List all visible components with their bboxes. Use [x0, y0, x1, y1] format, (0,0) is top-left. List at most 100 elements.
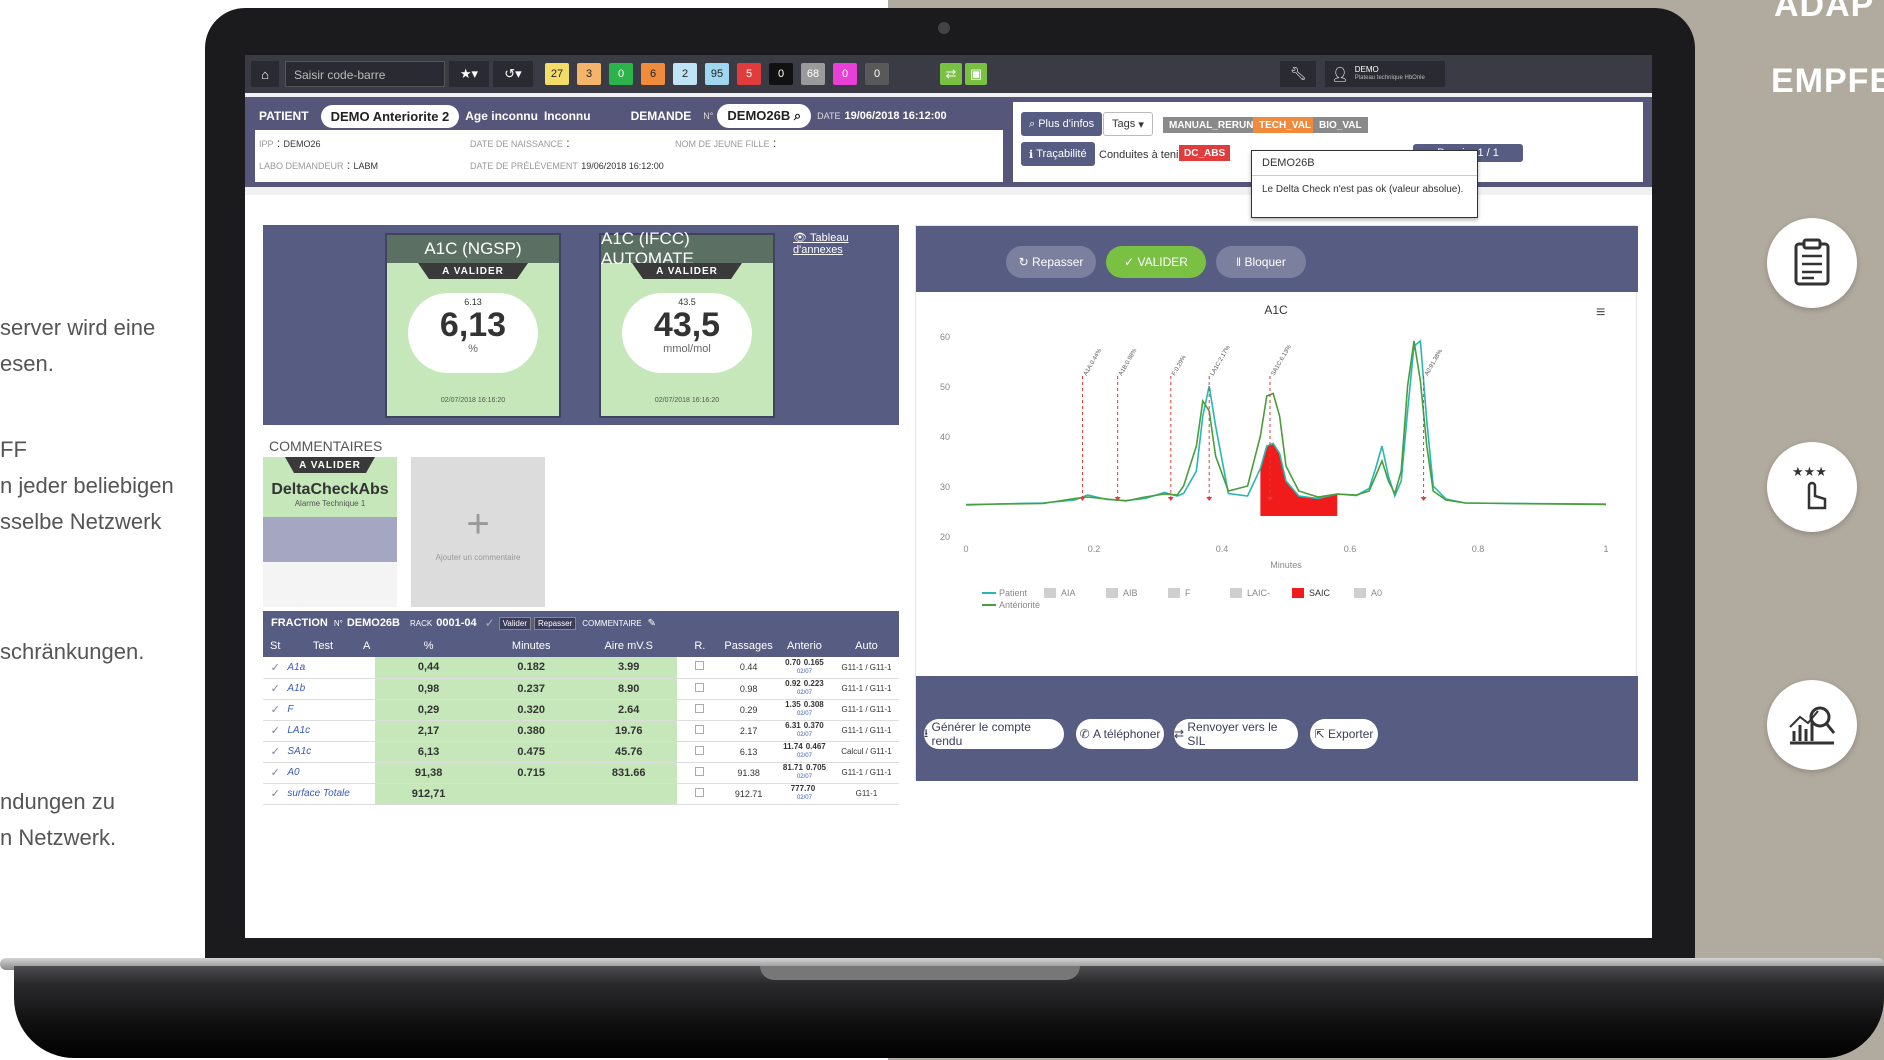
minutes-cell: 0.715: [482, 762, 580, 784]
anterio-cell: 777.70 02/07: [775, 783, 834, 805]
flag-cell: [358, 741, 375, 763]
patient-name[interactable]: DEMO Anteriorite 2: [320, 104, 460, 128]
table-row[interactable]: ✓ surface Totale 912,71 912.71 777.70 02/07 G1…: [263, 783, 899, 805]
status-counter[interactable]: 5: [737, 63, 761, 85]
legend-label[interactable]: Patient: [999, 588, 1028, 598]
sync-button[interactable]: ⇄: [940, 63, 962, 85]
column-header[interactable]: Auto: [833, 635, 899, 657]
test-name[interactable]: SA1c: [287, 741, 359, 763]
rerun-checkbox[interactable]: [695, 724, 705, 734]
pencil-icon[interactable]: ✎: [648, 618, 656, 629]
rerun-cell: [677, 699, 723, 721]
test-name[interactable]: A1b: [287, 678, 359, 700]
barcode-input[interactable]: Saisir code-barre: [285, 61, 445, 87]
column-header[interactable]: St: [263, 635, 288, 657]
exporter-button[interactable]: ⇱ Exporter: [1310, 719, 1378, 749]
test-name[interactable]: A0: [287, 762, 359, 784]
table-row[interactable]: ✓ A0 91,38 0.715 831.66 91.38 81.71 0.705 02/07 G…: [263, 762, 899, 784]
chart-title: A1C: [1264, 303, 1288, 317]
legend-label[interactable]: AIA: [1061, 588, 1076, 598]
plus-infos-button[interactable]: ⌕ Plus d'infos: [1021, 112, 1103, 136]
star-icon: ★▾: [459, 66, 479, 81]
result-card[interactable]: A1C (IFCC) AUTOMATE A VALIDER 43.5 43,5 mmol…: [599, 229, 775, 418]
repasser-chart-button[interactable]: ↻ Repasser: [1006, 246, 1096, 278]
rerun-checkbox[interactable]: [695, 703, 705, 713]
user-menu[interactable]: 👤︎ DEMO Plateau technique HbOnle: [1325, 61, 1445, 87]
legend-label[interactable]: LAIC-: [1247, 588, 1270, 598]
test-name[interactable]: F: [287, 699, 359, 721]
row-status-icon: ✓: [263, 678, 288, 700]
row-status-icon: ✓: [263, 762, 288, 784]
test-name[interactable]: A1a: [287, 657, 359, 679]
instrument-button[interactable]: ▣: [965, 63, 987, 85]
table-row[interactable]: ✓ A1a 0,44 0.182 3.99 0.44 0.70 0.165 02/07 G11-1…: [263, 657, 899, 679]
column-header[interactable]: Aire mV.S: [579, 635, 678, 657]
legend-label[interactable]: Antériorité: [999, 600, 1040, 610]
demande-id[interactable]: DEMO26B ⌕: [717, 104, 812, 128]
legend-label[interactable]: A0: [1371, 588, 1382, 598]
rerun-checkbox[interactable]: [695, 745, 705, 755]
result-raw-value: 43.5: [678, 297, 696, 307]
table-row[interactable]: ✓ LA1c 2,17 0.380 19.76 2.17 6.31 0.370 02/07 G11…: [263, 720, 899, 742]
result-card[interactable]: A1C (NGSP) A VALIDER 6.13 6,13% 02/07/2018 1…: [385, 233, 561, 418]
rerun-checkbox[interactable]: [695, 682, 705, 692]
comment-card[interactable]: A VALIDER DeltaCheckAbs Alarme Technique…: [263, 457, 397, 607]
history-button[interactable]: ↺▾: [493, 61, 533, 87]
info-icon: ℹ: [1029, 148, 1037, 161]
annexes-link[interactable]: 👁︎ Tableau d'annexes: [793, 231, 899, 256]
search-icon: ⌕: [1029, 117, 1039, 130]
status-counter[interactable]: 6: [641, 63, 665, 85]
column-header[interactable]: Minutes: [482, 635, 580, 657]
tag-badge[interactable]: BIO_VAL: [1313, 117, 1368, 133]
valider-button[interactable]: Valider: [498, 616, 531, 630]
telephoner-button[interactable]: ✆ A téléphoner: [1076, 719, 1164, 749]
status-counter[interactable]: 0: [833, 63, 857, 85]
test-name[interactable]: surface Totale: [287, 783, 359, 805]
status-counter[interactable]: 2: [673, 63, 697, 85]
x-tick-label: 0.4: [1216, 544, 1229, 554]
status-counter[interactable]: 27: [545, 63, 569, 85]
status-counter[interactable]: 3: [577, 63, 601, 85]
settings-button[interactable]: 🔧︎: [1280, 61, 1316, 87]
tag-badge[interactable]: MANUAL_RERUN: [1163, 117, 1260, 133]
status-counter[interactable]: 0: [865, 63, 889, 85]
passages-cell: 912.71: [722, 783, 775, 805]
left-text-line: server wird eine: [0, 315, 156, 340]
test-name[interactable]: LA1c: [287, 720, 359, 742]
status-counter[interactable]: 0: [769, 63, 793, 85]
column-header[interactable]: R.: [677, 635, 723, 657]
table-row[interactable]: ✓ F 0,29 0.320 2.64 0.29 1.35 0.308 02/07 G11-1 /…: [263, 699, 899, 721]
legend-swatch: [1044, 588, 1056, 598]
generer-button[interactable]: ⭳ Générer le compte rendu: [924, 719, 1064, 749]
renvoyer-button[interactable]: ⇄ Renvoyer vers le SIL: [1174, 719, 1298, 749]
column-header[interactable]: Test: [287, 635, 359, 657]
legend-label[interactable]: SAIC: [1309, 588, 1331, 598]
column-header[interactable]: Passages: [722, 635, 775, 657]
status-counter[interactable]: 0: [609, 63, 633, 85]
rerun-checkbox[interactable]: [695, 766, 705, 776]
home-button[interactable]: ⌂: [251, 61, 279, 87]
table-row[interactable]: ✓ A1b 0,98 0.237 8.90 0.98 0.92 0.223 02/07 G11-1…: [263, 678, 899, 700]
add-comment-card[interactable]: + Ajouter un commentaire: [411, 457, 545, 607]
column-header[interactable]: A: [358, 635, 375, 657]
y-tick-label: 40: [940, 432, 950, 442]
repasser-button[interactable]: Repasser: [533, 616, 577, 630]
tags-dropdown[interactable]: Tags ▾: [1103, 112, 1153, 136]
tracabilite-button[interactable]: ℹ Traçabilité: [1021, 142, 1095, 166]
dc-abs-tag[interactable]: DC_ABS: [1179, 145, 1231, 161]
column-header[interactable]: %: [374, 635, 483, 657]
column-header[interactable]: Anterio: [775, 635, 834, 657]
x-tick-label: 1: [1603, 544, 1608, 554]
status-counter[interactable]: 95: [705, 63, 729, 85]
rerun-checkbox[interactable]: [695, 787, 705, 797]
legend-label[interactable]: F: [1185, 588, 1191, 598]
valider-chart-button[interactable]: ✓ VALIDER: [1106, 246, 1206, 278]
tag-badge[interactable]: TECH_VAL: [1253, 117, 1318, 133]
labo-field: LABO DEMANDEUR : LABM: [259, 158, 379, 172]
rerun-checkbox[interactable]: [695, 661, 705, 671]
favorites-button[interactable]: ★▾: [449, 61, 489, 87]
bloquer-chart-button[interactable]: ‖ Bloquer: [1216, 246, 1306, 278]
status-counter[interactable]: 68: [801, 63, 825, 85]
table-row[interactable]: ✓ SA1c 6,13 0.475 45.76 6.13 11.74 0.467 02/07 Ca…: [263, 741, 899, 763]
legend-label[interactable]: AIB: [1123, 588, 1138, 598]
